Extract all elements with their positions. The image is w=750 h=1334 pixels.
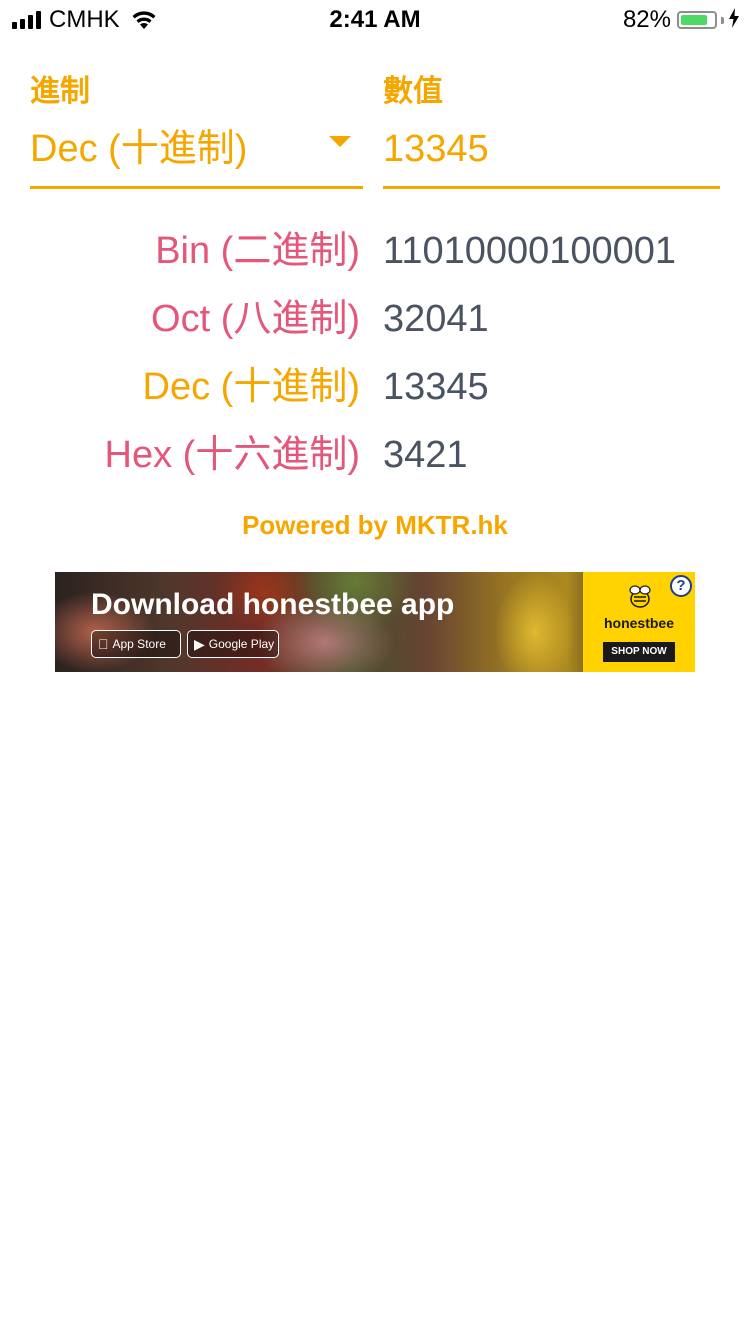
- value-field[interactable]: [383, 120, 720, 189]
- battery-fill: [681, 15, 707, 25]
- result-row-bin: Bin (二進制) 11010000100001: [0, 223, 750, 279]
- ad-help-icon[interactable]: ?: [670, 575, 692, 597]
- battery-icon: [677, 11, 717, 29]
- app-store-label: App Store: [102, 637, 166, 651]
- result-value-bin: 11010000100001: [383, 230, 677, 272]
- powered-by-link[interactable]: Powered by MKTR.hk: [0, 508, 750, 542]
- result-label-hex: Hex (十六進制): [104, 434, 360, 476]
- result-value-oct: 32041: [383, 298, 489, 340]
- selected-base: Dec (十進制): [30, 128, 248, 170]
- result-label-bin: Bin (二進制): [155, 230, 360, 272]
- base-label: 進制: [30, 75, 90, 108]
- bolt-icon: [728, 7, 740, 33]
- google-play-badge[interactable]: ▶ Google Play: [187, 630, 279, 658]
- result-row-hex: Hex (十六進制) 3421: [0, 427, 750, 483]
- google-play-label: Google Play: [208, 637, 275, 651]
- base-select[interactable]: Dec (十進制): [30, 120, 363, 189]
- battery-tip: [721, 16, 724, 24]
- battery-percent: 82%: [622, 6, 671, 33]
- result-value-hex: 3421: [383, 434, 468, 476]
- result-value-dec: 13345: [383, 366, 489, 408]
- bee-icon: [625, 582, 655, 617]
- dropdown-arrow-icon: [329, 136, 351, 147]
- shop-now-button[interactable]: SHOP NOW: [603, 642, 675, 662]
- value-input[interactable]: [383, 126, 720, 172]
- value-label: 數值: [383, 75, 443, 108]
- ad-brand-name: honestbee: [603, 615, 674, 631]
- result-row-oct: Oct (八進制) 32041: [0, 291, 750, 347]
- screen: CMHK 2:41 AM 82% 進制 數值 Dec (十進制) 13345 B…: [0, 0, 750, 1334]
- ad-banner[interactable]: Download honestbee app  App Store ▶ Goo…: [55, 572, 695, 672]
- result-row-dec: Dec (十進制) 13345: [0, 359, 750, 415]
- apple-icon: : [98, 637, 109, 651]
- status-bar: CMHK 2:41 AM 82%: [0, 0, 750, 40]
- status-right: 82%: [623, 6, 740, 34]
- app-store-badge[interactable]:  App Store: [91, 630, 181, 658]
- ad-headline: Download honestbee app: [91, 588, 455, 621]
- result-label-oct: Oct (八進制): [151, 298, 360, 340]
- play-icon: ▶: [194, 636, 205, 652]
- result-label-dec: Dec (十進制): [142, 366, 360, 408]
